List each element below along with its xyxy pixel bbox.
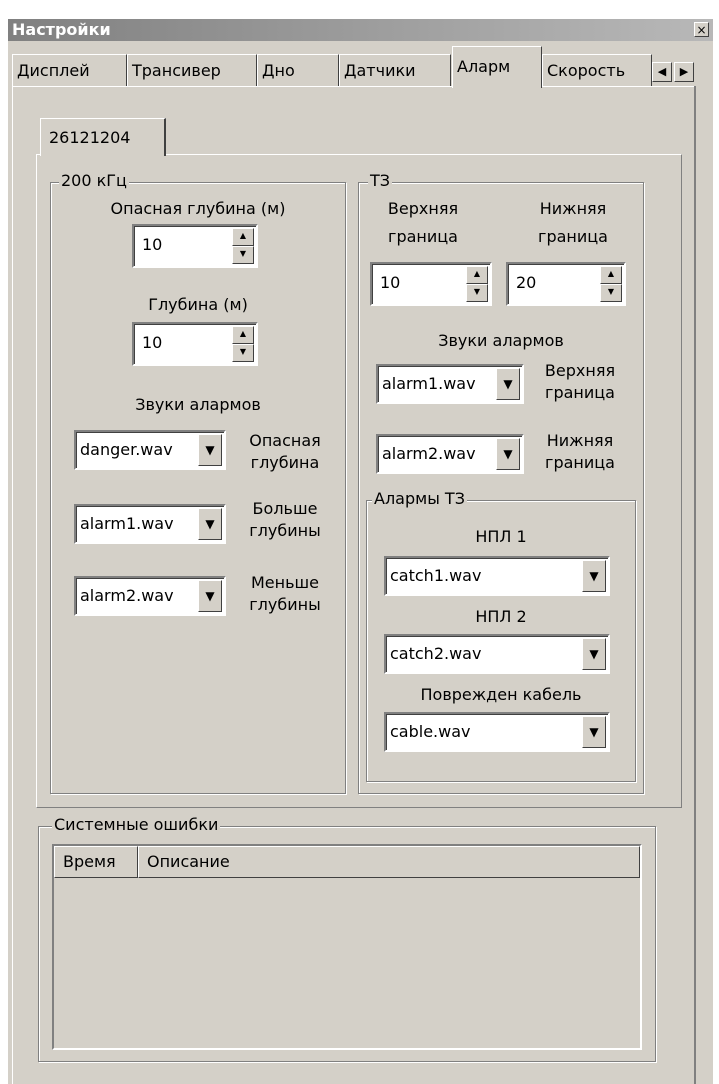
spin-up-icon[interactable]: ▲ [232, 228, 254, 246]
danger-depth-label: Опасная глубина (м) [110, 199, 286, 218]
tab-scroll-right-button[interactable]: ▶ [674, 62, 694, 82]
dropdown-icon[interactable]: ▼ [198, 580, 222, 612]
cable-sound-value: cable.wav [390, 722, 471, 741]
less-depth-sound-value: alarm2.wav [80, 586, 174, 605]
dropdown-icon[interactable]: ▼ [496, 438, 520, 470]
spin-up-icon[interactable]: ▲ [466, 266, 488, 284]
tz-upper-sound-label-2: граница [545, 383, 615, 402]
tab-scroll-left-button[interactable]: ◀ [652, 62, 672, 82]
tab-speed[interactable]: Скорость [542, 54, 652, 86]
tz-lower-sound-value: alarm2.wav [382, 444, 476, 463]
tz-upper-label-2: граница [388, 227, 458, 246]
depth-label: Глубина (м) [148, 295, 248, 314]
system-errors-list[interactable]: Время Описание [52, 844, 642, 1050]
npl2-label: НПЛ 2 [475, 607, 527, 626]
tz-group-label: ТЗ [368, 171, 393, 190]
tz-upper-spinner[interactable]: 10 ▲ ▼ [370, 262, 492, 306]
tz-sounds-label: Звуки алармов [438, 331, 564, 350]
npl1-label: НПЛ 1 [475, 527, 527, 546]
danger-depth-value[interactable]: 10 [142, 234, 162, 256]
npl1-sound-select[interactable]: catch1.wav ▼ [384, 556, 610, 596]
tab-sensors[interactable]: Датчики [339, 54, 451, 86]
less-depth-label-1: Меньше [250, 573, 320, 592]
tz-upper-sound-value: alarm1.wav [382, 374, 476, 393]
window-title: Настройки [12, 20, 111, 39]
tz-lower-sound-label-1: Нижняя [546, 431, 614, 450]
tz-upper-sound-select[interactable]: alarm1.wav ▼ [376, 364, 524, 404]
depth-spinner[interactable]: 10 ▲ ▼ [132, 322, 258, 366]
tz-lower-label-1: Нижняя [539, 199, 607, 218]
cable-damage-label: Поврежден кабель [420, 685, 582, 704]
cable-sound-select[interactable]: cable.wav ▼ [384, 712, 610, 752]
column-header-description[interactable]: Описание [138, 846, 640, 878]
npl1-sound-value: catch1.wav [390, 566, 482, 585]
less-depth-label-2: глубины [249, 595, 321, 614]
more-depth-sound-select[interactable]: alarm1.wav ▼ [74, 504, 226, 544]
inner-tab-transducer[interactable]: 26121204 [40, 118, 166, 156]
more-depth-sound-value: alarm1.wav [80, 514, 174, 533]
dropdown-icon[interactable]: ▼ [198, 508, 222, 540]
tz-lower-value[interactable]: 20 [516, 272, 536, 294]
spin-down-icon[interactable]: ▼ [232, 344, 254, 362]
npl2-sound-select[interactable]: catch2.wav ▼ [384, 634, 610, 674]
danger-depth-spinner[interactable]: 10 ▲ ▼ [132, 224, 258, 268]
tz-lower-sound-select[interactable]: alarm2.wav ▼ [376, 434, 524, 474]
dropdown-icon[interactable]: ▼ [582, 560, 606, 592]
tz-lower-sound-label-2: граница [545, 453, 615, 472]
tz-upper-value[interactable]: 10 [380, 272, 400, 294]
depth-value[interactable]: 10 [142, 332, 162, 354]
freq-sounds-label: Звуки алармов [135, 395, 261, 414]
tz-upper-label-1: Верхняя [387, 199, 459, 218]
danger-sound-value: danger.wav [80, 440, 173, 459]
spin-down-icon[interactable]: ▼ [600, 284, 622, 302]
close-button[interactable]: × [694, 22, 709, 37]
danger-sound-select[interactable]: danger.wav ▼ [74, 430, 226, 470]
freq-group-label: 200 кГц [59, 171, 129, 190]
tab-display[interactable]: Дисплей [12, 54, 127, 86]
tz-alarms-group-label: Алармы ТЗ [372, 489, 467, 508]
dropdown-icon[interactable]: ▼ [582, 716, 606, 748]
system-errors-label: Системные ошибки [52, 815, 221, 834]
npl2-sound-value: catch2.wav [390, 644, 482, 663]
tz-lower-label-2: граница [538, 227, 608, 246]
spin-down-icon[interactable]: ▼ [466, 284, 488, 302]
tz-upper-sound-label-1: Верхняя [544, 361, 616, 380]
less-depth-sound-select[interactable]: alarm2.wav ▼ [74, 576, 226, 616]
tab-transceiver[interactable]: Трансивер [127, 54, 257, 86]
spin-up-icon[interactable]: ▲ [232, 326, 254, 344]
dropdown-icon[interactable]: ▼ [496, 368, 520, 400]
title-bar[interactable] [8, 19, 713, 41]
freq-group [50, 182, 346, 794]
more-depth-label-1: Больше [252, 499, 318, 518]
tab-bottom[interactable]: Дно [257, 54, 339, 86]
tab-alarm[interactable]: Аларм [452, 46, 542, 88]
column-header-time[interactable]: Время [54, 846, 138, 878]
spin-up-icon[interactable]: ▲ [600, 266, 622, 284]
danger-sound-label-1: Опасная [249, 431, 321, 450]
dropdown-icon[interactable]: ▼ [198, 434, 222, 466]
danger-sound-label-2: глубина [250, 453, 320, 472]
more-depth-label-2: глубины [249, 521, 321, 540]
dropdown-icon[interactable]: ▼ [582, 638, 606, 670]
spin-down-icon[interactable]: ▼ [232, 246, 254, 264]
tz-lower-spinner[interactable]: 20 ▲ ▼ [506, 262, 626, 306]
